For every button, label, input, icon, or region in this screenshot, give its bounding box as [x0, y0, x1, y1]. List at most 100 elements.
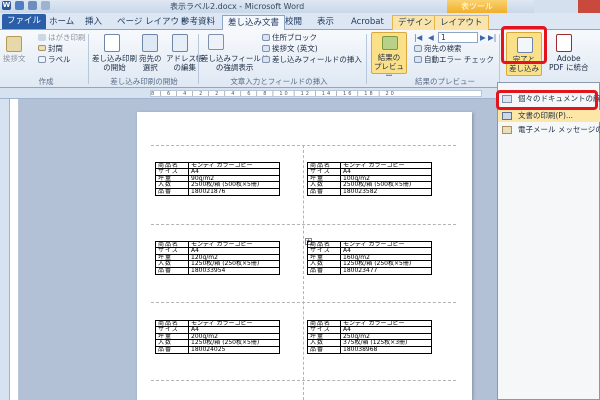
product-label-table[interactable]: 商品名 モンディ カラーコピー サイズ A4 坪量 200g/m2 入数 1250枚/箱 (2…: [155, 320, 280, 354]
auto-check-errors-button[interactable]: 自動エラー チェック: [424, 55, 494, 64]
field-value-cell: A4: [343, 248, 351, 254]
start-mail-merge-line2: の開始: [103, 63, 126, 72]
greeting-line-button[interactable]: 挨拶文 (英文): [272, 44, 318, 53]
tab-view[interactable]: 表示: [312, 15, 339, 30]
table-tools-context-title: 表ツール: [447, 0, 507, 13]
label-gridline: [151, 302, 456, 303]
preview-results-button[interactable]: 結果の プレビュー: [371, 32, 407, 80]
envelope-greeting-icon[interactable]: [6, 36, 22, 52]
field-value-cell: モンディ カラーコピー: [343, 163, 405, 169]
close-icon[interactable]: [578, 0, 600, 13]
field-name-cell: 坪量: [308, 333, 341, 340]
word-app-icon[interactable]: W: [2, 1, 11, 10]
field-value-cell: 180033954: [191, 267, 226, 274]
insert-merge-field-icon: [262, 56, 270, 63]
tab-file[interactable]: ファイル: [2, 14, 47, 29]
field-name-cell: サイズ: [308, 248, 341, 254]
previous-record-icon[interactable]: ◀: [428, 33, 434, 42]
tab-acrobat[interactable]: Acrobat: [346, 15, 389, 30]
labels-button[interactable]: ラベル: [48, 55, 71, 64]
undo-icon[interactable]: [28, 1, 37, 10]
tab-references[interactable]: 参考資料: [176, 15, 220, 30]
group-start-merge-label: 差し込み印刷の開始: [110, 77, 178, 86]
field-value-cell: モンディ カラーコピー: [191, 163, 253, 169]
finish-and-merge-line2: 差し込み: [509, 64, 539, 73]
title-bar: W 表示ラベル2.docx - Microsoft Word 表ツール: [0, 0, 600, 13]
label-gridline: [151, 380, 456, 381]
printer-icon: [502, 112, 512, 120]
field-name-cell: 商品名: [156, 321, 189, 327]
field-value-cell: 180023582: [343, 188, 378, 195]
select-recipients-button[interactable]: 宛先の 選択: [139, 54, 162, 72]
maximize-icon[interactable]: [556, 0, 578, 13]
field-value-cell: 100g/m2: [343, 175, 370, 182]
japanese-envelope-button[interactable]: 挨拶文: [3, 54, 26, 63]
record-number-input[interactable]: 1: [438, 32, 478, 43]
tab-layout[interactable]: レイアウト: [434, 15, 489, 30]
finish-merge-dropdown: 個々のドキュメントの編集(E)... 文書の印刷(P)... 電子メール メッセ…: [496, 82, 600, 400]
select-recipients-line2: 選択: [142, 63, 158, 72]
field-value-cell: 1250枚/箱 (250枚×5冊): [191, 261, 260, 267]
ribbon-separator: [499, 34, 500, 84]
highlight-merge-fields-button[interactable]: 差し込みフィールド の強調表示: [201, 54, 268, 72]
finish-merge-highlight-box: [501, 26, 547, 64]
tab-insert[interactable]: 挿入: [80, 15, 107, 30]
field-name-cell: 商品名: [308, 242, 341, 248]
product-label-table[interactable]: 商品名 モンディ カラーコピー サイズ A4 坪量 100g/m2 入数 2500枚/箱 (5…: [307, 162, 432, 196]
insert-merge-field-button[interactable]: 差し込みフィールドの挿入: [272, 55, 362, 64]
field-value-cell: 180038968: [343, 346, 378, 353]
start-mail-merge-button[interactable]: 差し込み印刷 の開始: [92, 54, 137, 72]
product-label-table[interactable]: 商品名 モンディ カラーコピー サイズ A4 坪量 160g/m2 入数 1250枚/箱 (2…: [307, 241, 432, 275]
product-label-table[interactable]: 商品名 モンディ カラーコピー サイズ A4 坪量 250g/m2 入数 375枚/箱 (12…: [307, 320, 432, 354]
adobe-pdf-icon: [556, 34, 572, 52]
field-value-cell: 1250枚/箱 (250枚×5冊): [343, 261, 412, 267]
field-name-cell: 品番: [308, 346, 341, 353]
field-name-cell: サイズ: [156, 169, 189, 175]
tab-home[interactable]: ホーム: [44, 15, 79, 30]
field-value-cell: A4: [191, 327, 199, 333]
field-value-cell: A4: [343, 169, 351, 175]
field-name-cell: 品番: [308, 188, 341, 195]
start-mail-merge-icon: [104, 34, 120, 52]
window-controls: [534, 0, 600, 13]
ruler-scale: 8 | 6 | 4 | 2 | 2 | 4 | 6 | 8 | 10 | 12 …: [150, 90, 482, 97]
ribbon-separator: [366, 34, 367, 84]
quick-access-toolbar: W: [2, 1, 50, 10]
merge-to-adobe-pdf-button[interactable]: Adobe PDF に統合: [549, 54, 589, 72]
field-value-cell: A4: [191, 169, 199, 175]
product-label-table[interactable]: 商品名 モンディ カラーコピー サイズ A4 坪量 120g/m2 入数 1250枚/箱 (2…: [155, 241, 280, 275]
table-row: 品番 180021876: [156, 188, 279, 195]
tab-mailings[interactable]: 差し込み文書: [222, 15, 286, 31]
first-record-icon[interactable]: |◀: [414, 33, 422, 42]
envelopes-button[interactable]: 封筒: [48, 44, 63, 53]
last-record-icon[interactable]: ▶|: [488, 33, 496, 42]
dropdown-item-label: 文書の印刷(P)...: [518, 111, 574, 120]
field-name-cell: 坪量: [156, 254, 189, 261]
highlight-merge-fields-icon: [208, 34, 224, 50]
redo-icon[interactable]: [41, 1, 50, 10]
address-block-button[interactable]: 住所ブロック: [272, 33, 317, 42]
save-icon[interactable]: [15, 1, 24, 10]
field-value-cell: 180023477: [343, 267, 378, 274]
find-recipient-button[interactable]: 宛先の検索: [424, 44, 462, 53]
document-page[interactable]: + 商品名 モンディ カラーコピー サイズ A4 坪量 90g/m2 入数 2500枚/箱 (…: [137, 112, 472, 400]
postcard-button[interactable]: はがき印刷: [48, 33, 86, 42]
field-value-cell: 2500枚/箱 (500枚×5冊): [343, 182, 412, 188]
preview-results-line1: 結果の: [377, 53, 401, 62]
postcard-icon: [38, 34, 46, 41]
dropdown-item-print-documents[interactable]: 文書の印刷(P)...: [498, 110, 600, 122]
field-value-cell: A4: [191, 248, 199, 254]
product-label-table[interactable]: 商品名 モンディ カラーコピー サイズ A4 坪量 90g/m2 入数 2500枚/箱 (50…: [155, 162, 280, 196]
adobe-pdf-line2: PDF に統合: [549, 63, 589, 72]
tab-review[interactable]: 校閲: [280, 15, 307, 30]
next-record-icon[interactable]: ▶: [480, 33, 486, 42]
vertical-ruler[interactable]: [10, 99, 19, 400]
auto-check-errors-icon: [414, 56, 422, 63]
field-name-cell: 坪量: [156, 175, 189, 182]
edit-recipient-list-icon: [172, 34, 188, 52]
dropdown-item-send-email[interactable]: 電子メール メッセージの送信(S)...: [498, 124, 600, 136]
print-documents-highlight-box: [496, 90, 598, 110]
minimize-icon[interactable]: [534, 0, 556, 13]
tab-design[interactable]: デザイン: [392, 15, 439, 30]
select-recipients-line1: 宛先の: [139, 54, 162, 63]
